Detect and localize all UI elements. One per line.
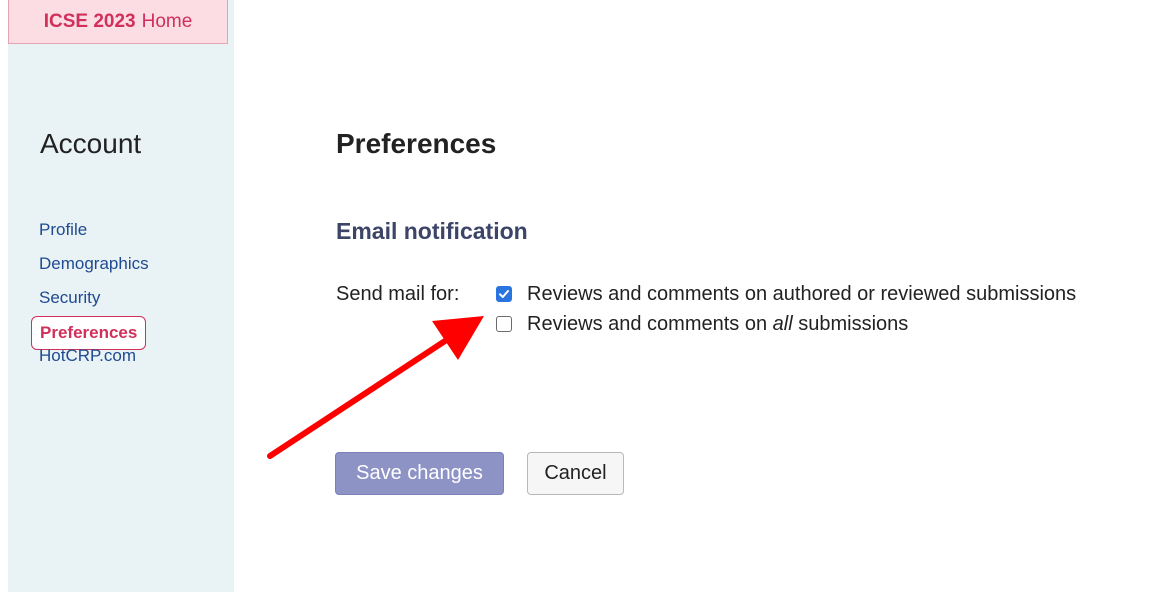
- sidebar-item-security[interactable]: Security: [31, 286, 157, 320]
- home-label: Home: [141, 11, 193, 32]
- checkbox-authored-reviewed[interactable]: [496, 286, 512, 302]
- sidebar-title: Account: [40, 128, 142, 159]
- sidebar-item-profile[interactable]: Profile: [31, 218, 157, 252]
- conference-name: ICSE 2023: [43, 11, 136, 32]
- cancel-button[interactable]: Cancel: [527, 452, 624, 495]
- save-changes-button[interactable]: Save changes: [335, 452, 504, 495]
- sidebar-item-demographics[interactable]: Demographics: [31, 252, 157, 286]
- sidebar-nav: Profile Demographics Security Preference…: [31, 218, 157, 378]
- option-all-submissions[interactable]: Reviews and comments on all submissions: [496, 310, 908, 338]
- section-title-email-notification: Email notification: [336, 218, 528, 244]
- page: ICSE 2023 Home Account Profile Demographi…: [0, 0, 1151, 592]
- checkmark-icon: [499, 290, 509, 298]
- option-all-text-before: Reviews and comments on: [527, 312, 773, 335]
- option-all-text-after: submissions: [792, 312, 909, 335]
- send-mail-label: Send mail for:: [336, 283, 460, 305]
- conference-home-link[interactable]: ICSE 2023 Home: [8, 0, 228, 44]
- option-authored-reviewed[interactable]: Reviews and comments on authored or revi…: [496, 280, 1076, 308]
- page-title: Preferences: [336, 128, 497, 159]
- checkbox-all-submissions[interactable]: [496, 316, 512, 332]
- option-authored-reviewed-text: Reviews and comments on authored or revi…: [527, 282, 1077, 305]
- option-all-text-em: all: [772, 312, 793, 335]
